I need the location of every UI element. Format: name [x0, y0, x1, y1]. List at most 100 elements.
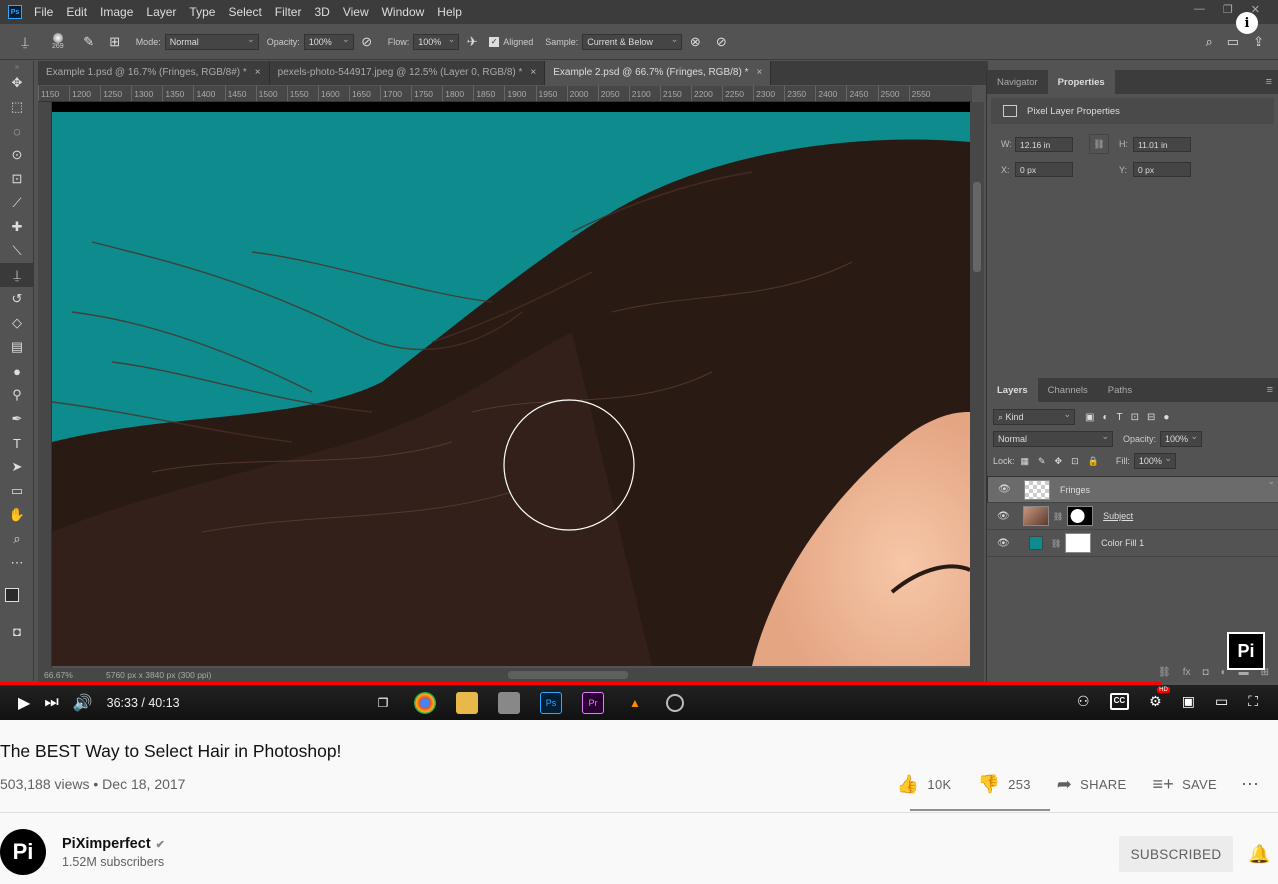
layer-mask-thumbnail[interactable]	[1067, 506, 1094, 526]
menu-edit[interactable]: Edit	[66, 5, 87, 19]
menu-type[interactable]: Type	[189, 5, 215, 19]
color-fill-swatch[interactable]	[1029, 536, 1043, 550]
vertical-scrollbar[interactable]	[970, 102, 984, 668]
horizontal-scrollbar[interactable]	[508, 671, 628, 679]
hand-tool-icon[interactable]: ✋	[0, 503, 34, 527]
dislike-button[interactable]: 👎 253	[977, 774, 1030, 795]
healing-tool-icon[interactable]: ✚	[0, 215, 34, 239]
save-button[interactable]: ≡+ SAVE	[1152, 774, 1217, 795]
tab-example-1[interactable]: Example 1.psd @ 16.7% (Fringes, RGB/8#) …	[38, 61, 270, 85]
minimize-icon[interactable]: —	[1194, 3, 1205, 16]
brush-settings-icon[interactable]: ✎	[80, 33, 98, 51]
horizontal-ruler[interactable]: 1150 1200 1250 1300 1350 1400 1450 1500 1550 1600…	[38, 86, 972, 102]
visibility-eye-icon[interactable]: 👁	[998, 484, 1012, 495]
foreground-color-swatch[interactable]	[5, 588, 19, 602]
more-actions-icon[interactable]: ⋯	[1241, 774, 1260, 795]
tab-channels[interactable]: Channels	[1038, 378, 1098, 402]
rectangle-tool-icon[interactable]: ▭	[0, 479, 34, 503]
panel-menu-icon[interactable]: ≡	[1266, 76, 1272, 88]
tab-navigator[interactable]: Navigator	[987, 70, 1048, 94]
info-icon[interactable]: i	[1236, 12, 1258, 34]
flow-select[interactable]: 100%	[413, 33, 460, 50]
clone-stamp-preset-icon[interactable]: ⍊	[16, 33, 34, 51]
toolbar-collapse-icon[interactable]: »	[0, 61, 34, 71]
path-select-tool-icon[interactable]: ➤	[0, 455, 34, 479]
menu-file[interactable]: File	[34, 5, 53, 19]
vertical-ruler[interactable]	[38, 102, 52, 668]
tab-properties[interactable]: Properties	[1047, 70, 1115, 94]
menu-filter[interactable]: Filter	[275, 5, 302, 19]
layer-name[interactable]: Fringes	[1060, 485, 1090, 495]
filter-type-icons[interactable]: ▣◐T⊡⊟●	[1085, 412, 1177, 423]
share-button[interactable]: ➦ SHARE	[1057, 774, 1127, 795]
fullscreen-icon[interactable]: ⛶	[1248, 693, 1258, 710]
layer-name[interactable]: Color Fill 1	[1101, 538, 1144, 548]
notification-bell-icon[interactable]: 🔔	[1248, 844, 1270, 865]
video-player[interactable]: Ps File Edit Image Layer Type Select Fil…	[0, 0, 1278, 720]
history-brush-tool-icon[interactable]: ↺	[0, 287, 34, 311]
menu-layer[interactable]: Layer	[146, 5, 176, 19]
more-tools-icon[interactable]: ⋯	[0, 551, 34, 575]
pressure-size-icon[interactable]: ⊘	[712, 33, 730, 51]
eyedropper-tool-icon[interactable]: ⟋	[0, 191, 34, 215]
lock-icons[interactable]: ▦✎✥⊡🔒	[1021, 456, 1108, 467]
move-tool-icon[interactable]: ✥	[0, 71, 34, 95]
mask-link-icon[interactable]: ⛓	[1051, 539, 1061, 548]
quick-mask-icon[interactable]: ◘	[0, 619, 34, 643]
theater-mode-icon[interactable]: ▭	[1215, 693, 1228, 710]
share-icon[interactable]: ⇪	[1253, 34, 1264, 50]
add-mask-icon[interactable]: ◘	[1203, 667, 1209, 678]
search-icon[interactable]: ⌕	[1206, 34, 1213, 50]
close-tab-icon[interactable]: ×	[255, 67, 261, 78]
layer-row-subject[interactable]: 👁 ⛓ Subject	[987, 503, 1278, 530]
subscribe-button[interactable]: SUBSCRIBED	[1119, 836, 1233, 872]
channel-watermark-logo[interactable]: Pi	[1227, 632, 1265, 670]
play-icon[interactable]: ▶	[18, 693, 30, 713]
height-field[interactable]: 11.01 in	[1133, 136, 1191, 152]
gradient-tool-icon[interactable]: ▤	[0, 335, 34, 359]
link-layers-icon[interactable]: ⛓	[1158, 667, 1171, 678]
close-tab-icon[interactable]: ×	[756, 67, 762, 78]
marquee-tool-icon[interactable]: ⬚	[0, 95, 34, 119]
scroll-thumb[interactable]	[973, 182, 981, 272]
layer-mask-thumbnail[interactable]	[1065, 533, 1092, 553]
tab-pexels-photo[interactable]: pexels-photo-544917.jpeg @ 12.5% (Layer …	[270, 61, 546, 85]
channel-avatar[interactable]: Pi	[0, 829, 46, 875]
type-tool-icon[interactable]: T	[0, 431, 34, 455]
layer-row-fringes[interactable]: 👁 Fringes	[987, 476, 1278, 503]
kind-filter-select[interactable]: ⌕ Kind	[993, 409, 1075, 425]
document-canvas[interactable]	[52, 112, 970, 666]
restore-icon[interactable]: ❐	[1223, 3, 1233, 16]
adjustment-icon[interactable]: ◐	[1221, 667, 1227, 678]
zoom-level[interactable]: 66.67%	[44, 670, 88, 680]
clone-stamp-tool-icon[interactable]: ⍊	[0, 263, 34, 287]
volume-icon[interactable]: 🔊	[73, 693, 93, 713]
settings-icon[interactable]: ⚙ HD	[1149, 687, 1170, 710]
menu-help[interactable]: Help	[437, 5, 462, 19]
opacity-select[interactable]: 100%	[303, 33, 354, 50]
pressure-opacity-icon[interactable]: ⊘	[358, 33, 376, 51]
menu-window[interactable]: Window	[382, 5, 425, 19]
color-swatches[interactable]	[0, 575, 34, 619]
layers-menu-icon[interactable]: ≡	[1267, 384, 1273, 396]
eraser-tool-icon[interactable]: ◇	[0, 311, 34, 335]
tab-paths[interactable]: Paths	[1098, 378, 1142, 402]
link-dimensions-icon[interactable]: ⛓	[1089, 134, 1109, 154]
quick-select-tool-icon[interactable]: ⊙	[0, 143, 34, 167]
y-field[interactable]: 0 px	[1133, 162, 1191, 177]
captions-button[interactable]: CC	[1109, 693, 1130, 710]
mask-link-icon[interactable]: ⛓	[1053, 512, 1063, 521]
dodge-tool-icon[interactable]: ⚲	[0, 383, 34, 407]
width-field[interactable]: 12.16 in	[1015, 136, 1073, 152]
layer-row-color-fill[interactable]: 👁 ⛓ Color Fill 1	[987, 530, 1278, 557]
layer-opacity-select[interactable]: 100%	[1160, 431, 1203, 447]
mode-select[interactable]: Normal	[164, 33, 259, 50]
brush-tool-icon[interactable]: ⟍	[0, 239, 34, 263]
next-icon[interactable]: ⏭	[44, 694, 58, 712]
sample-select[interactable]: Current & Below	[582, 33, 683, 50]
tab-example-2[interactable]: Example 2.psd @ 66.7% (Fringes, RGB/8) *…	[545, 61, 772, 85]
visibility-eye-icon[interactable]: 👁	[997, 511, 1011, 522]
menu-3d[interactable]: 3D	[314, 5, 329, 19]
layer-name[interactable]: Subject	[1103, 511, 1133, 521]
like-button[interactable]: 👍 10K	[897, 774, 952, 795]
